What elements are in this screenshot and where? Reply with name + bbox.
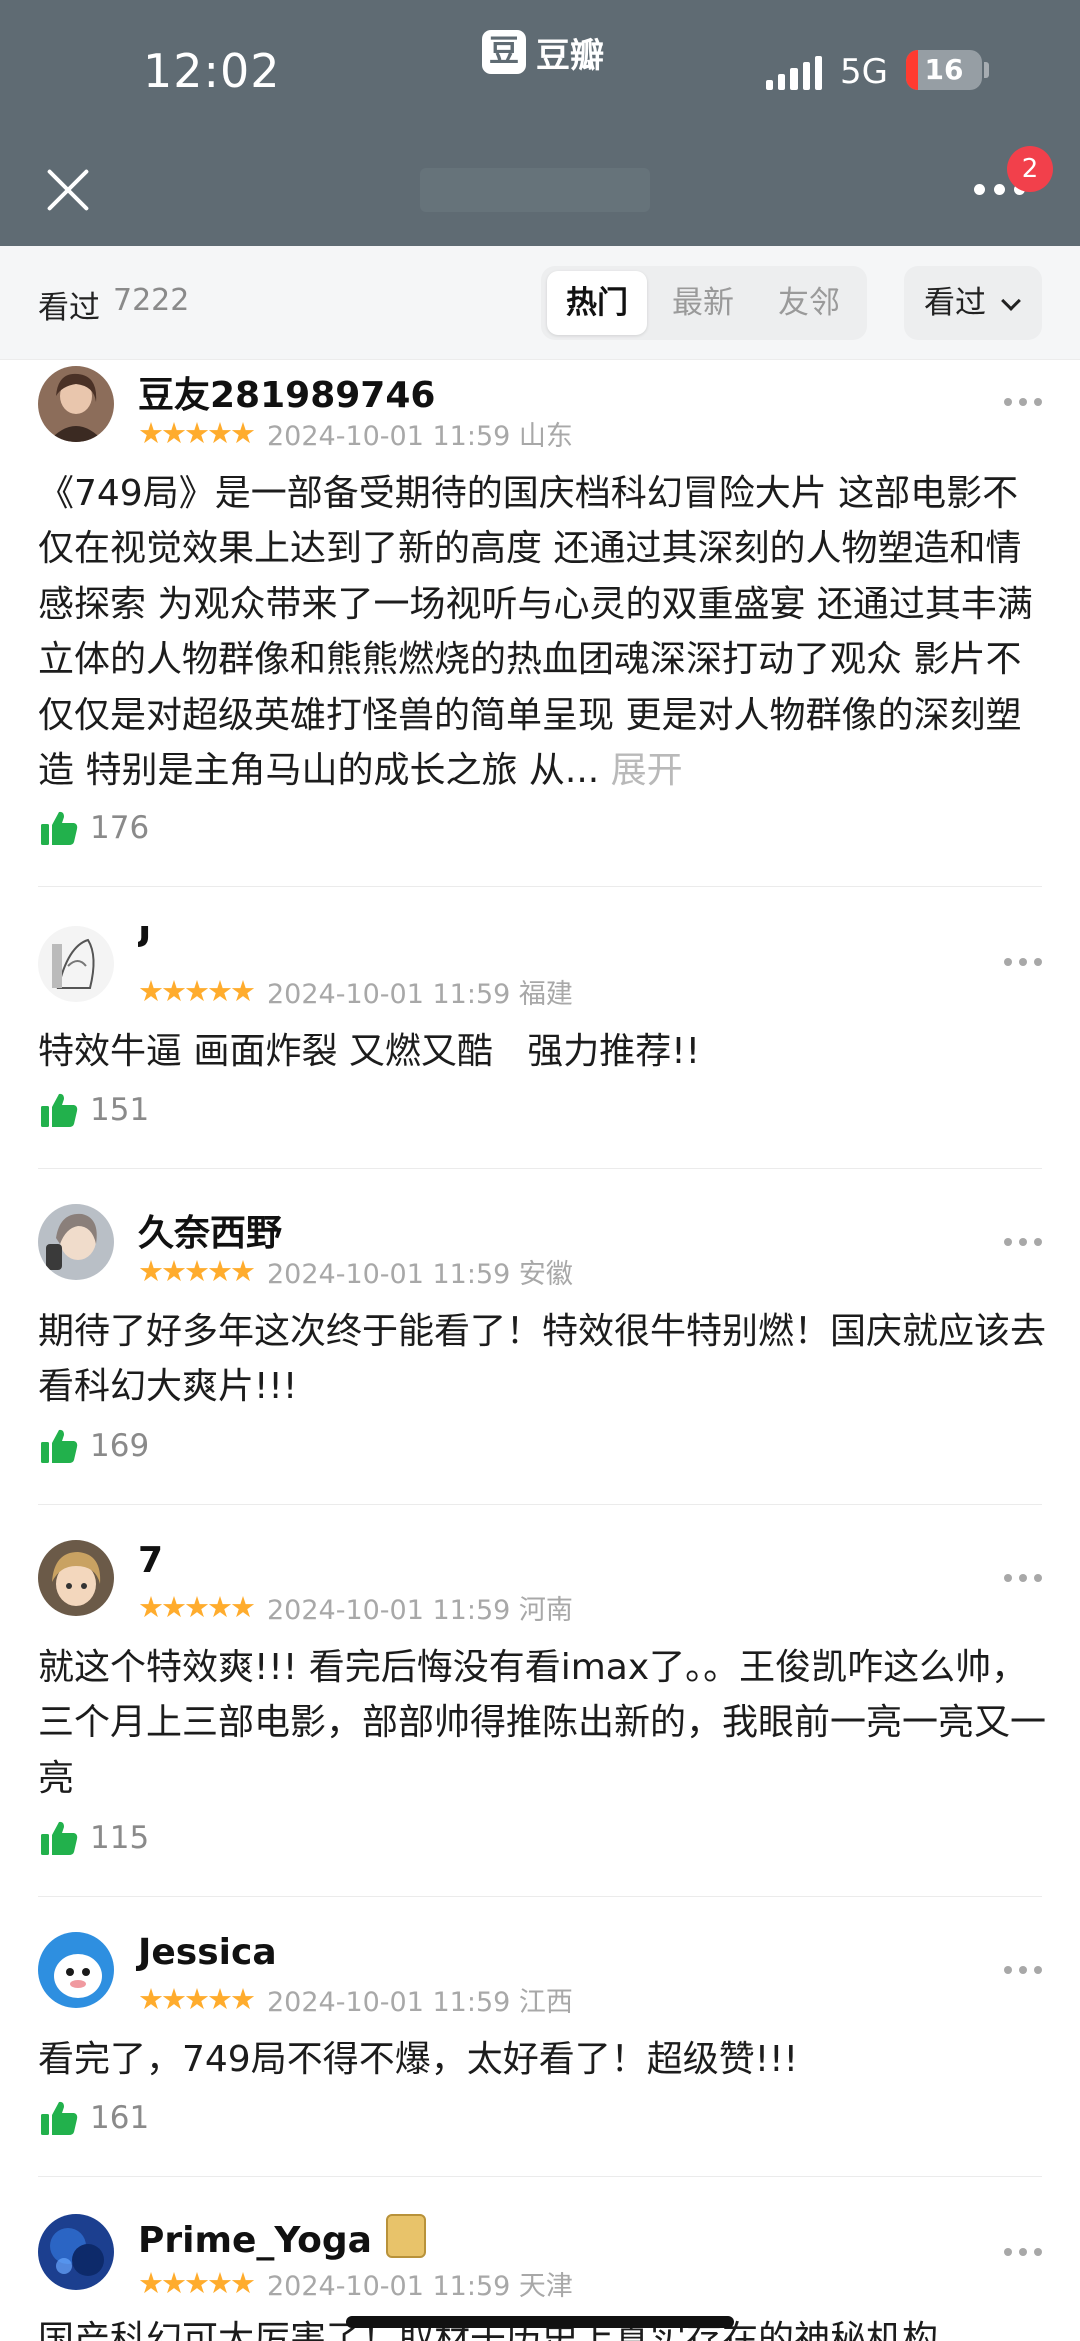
username[interactable]: Jessica [138,1932,277,1973]
home-indicator [346,2316,734,2328]
review-text: 看完了，749局不得不爆，太好看了！超级赞!!! [38,2039,799,2080]
notification-badge: 2 [1007,146,1053,192]
battery-level: 16 [924,53,964,86]
app-name: 豆瓣 [536,35,604,76]
username[interactable]: Prime_Yoga [138,2214,426,2261]
app-badge: 豆 豆瓣 [482,28,604,76]
review-meta: ★★★★★ 2024-10-01 11:59 河南 [138,1590,573,1626]
like-count: 169 [90,1428,150,1464]
username[interactable]: 7 [138,1540,163,1581]
divider [38,886,1042,887]
review-meta: ★★★★★ 2024-10-01 11:59 福建 [138,974,573,1010]
review-time-location: 2024-10-01 11:59 福建 [267,978,573,1010]
status-filter-label: 看过 [924,285,986,321]
network-type: 5G [840,52,888,92]
divider [38,1896,1042,1897]
review-text: 《749局》是一部备受期待的国庆档科幻冒险大片 这部电影不仅在视觉效果上达到了新… [38,466,1048,798]
review-time-location: 2024-10-01 11:59 江西 [267,1986,573,2018]
username-text: Prime_Yoga [138,2220,372,2261]
signal-icon [766,56,823,90]
thumbs-up-icon [41,1093,78,1127]
rating-stars: ★★★★★ [138,416,256,450]
status-filter-dropdown[interactable]: 看过 [904,266,1042,340]
thumbs-up-icon [41,811,78,845]
like-count: 161 [90,2100,150,2136]
review-more-icon[interactable] [1004,958,1042,966]
like-count: 176 [90,810,150,846]
review-meta: ★★★★★ 2024-10-01 11:59 山东 [138,416,573,452]
rating-stars: ★★★★★ [138,1254,256,1288]
tab-latest[interactable]: 最新 [653,271,753,335]
username[interactable]: J [138,926,151,949]
douban-logo-icon: 豆 [482,30,526,74]
avatar[interactable] [38,1204,114,1280]
review-more-icon[interactable] [1004,1966,1042,1974]
seen-count: 7222 [113,283,190,318]
review-time-location: 2024-10-01 11:59 安徽 [267,1258,573,1290]
like-count: 151 [90,1092,150,1128]
avatar[interactable] [38,1932,114,2008]
like-button[interactable]: 161 [40,2098,149,2138]
top-header: 12:02 豆 豆瓣 5G 16 2 [0,0,1080,246]
nav-title-blurred [420,168,650,212]
like-button[interactable]: 115 [40,1818,149,1858]
battery-cap [984,62,989,78]
thumbs-up-icon [41,1429,78,1463]
user-badge-icon [385,2214,426,2258]
tab-friends[interactable]: 友邻 [759,271,859,335]
avatar[interactable] [38,926,114,1002]
rating-stars: ★★★★★ [138,974,256,1008]
status-time: 12:02 [143,44,281,98]
username[interactable]: 豆友281989746 [138,366,435,418]
close-icon[interactable] [44,166,92,214]
like-button[interactable]: 169 [40,1426,149,1466]
username[interactable]: 久奈西野 [138,1204,282,1256]
divider [38,1504,1042,1505]
filter-bar: 看过 7222 热门 最新 友邻 看过 [0,246,1080,360]
review-time-location: 2024-10-01 11:59 河南 [267,1594,573,1626]
chevron-down-icon [1001,291,1021,311]
review-more-icon[interactable] [1004,2248,1042,2256]
like-button[interactable]: 151 [40,1090,149,1130]
review-time-location: 2024-10-01 11:59 天津 [267,2270,573,2302]
thumbs-up-icon [41,1821,78,1855]
review-meta: ★★★★★ 2024-10-01 11:59 江西 [138,1982,573,2018]
review-more-icon[interactable] [1004,398,1042,406]
battery-icon: 16 [906,50,982,90]
divider [38,1168,1042,1169]
review-more-icon[interactable] [1004,1574,1042,1582]
expand-link[interactable]: 展开 [611,750,683,791]
review-more-icon[interactable] [1004,1238,1042,1246]
like-count: 115 [90,1820,150,1856]
rating-stars: ★★★★★ [138,1982,256,2016]
review-text: 期待了好多年这次终于能看了！特效很牛特别燃！国庆就应该去看科幻大爽片!!! [38,1311,1047,1408]
avatar[interactable] [38,2214,114,2290]
review-text-content: 《749局》是一部备受期待的国庆档科幻冒险大片 这部电影不仅在视觉效果上达到了新… [38,473,1033,792]
rating-stars: ★★★★★ [138,1590,256,1624]
seen-label: 看过 [38,290,100,326]
tab-hot[interactable]: 热门 [547,271,647,335]
rating-stars: ★★★★★ [138,2266,256,2300]
review-text: 就这个特效爽!!! 看完后悔没有看imax了。。王俊凯咋这么帅，三个月上三部电影… [38,1647,1047,1799]
thumbs-up-icon [41,2101,78,2135]
avatar[interactable] [38,1540,114,1616]
divider [38,2176,1042,2177]
sort-tabs: 热门 最新 友邻 [541,266,867,340]
review-time-location: 2024-10-01 11:59 山东 [267,420,573,452]
review-text: 特效牛逼 画面炸裂 又燃又酷 强力推荐!! [38,1031,701,1072]
review-meta: ★★★★★ 2024-10-01 11:59 安徽 [138,1254,573,1290]
like-button[interactable]: 176 [40,808,149,848]
avatar[interactable] [38,366,114,442]
review-meta: ★★★★★ 2024-10-01 11:59 天津 [138,2266,573,2302]
